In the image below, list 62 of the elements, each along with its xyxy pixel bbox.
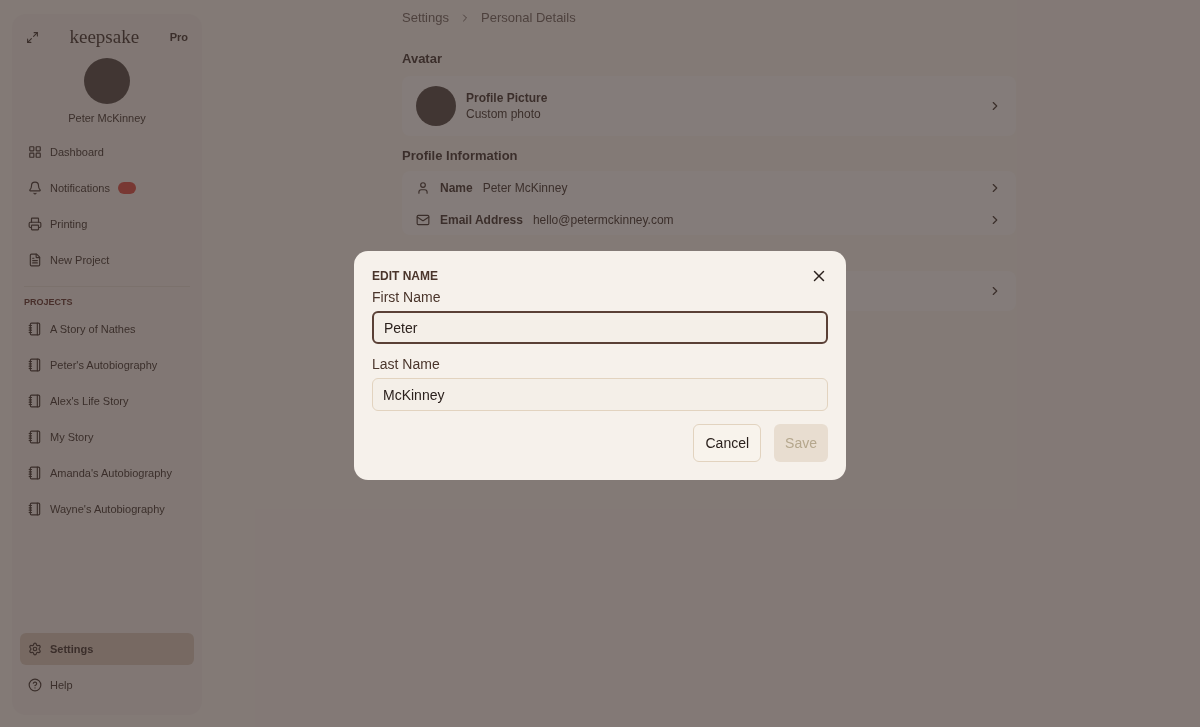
notebook-icon (28, 502, 42, 516)
notebook-icon (28, 430, 42, 444)
project-item[interactable]: Peter's Autobiography (20, 349, 194, 381)
nav-label: Help (50, 679, 73, 691)
nav-item[interactable]: Printing (20, 208, 194, 240)
row-title: Profile Picture (466, 91, 549, 105)
project-label: A Story of Nathes (50, 323, 136, 335)
document-icon (28, 253, 42, 267)
plan-label: Pro (169, 31, 188, 43)
row-subtitle: Custom photo (466, 107, 542, 121)
row-label: Email Address (440, 213, 523, 227)
avatar-photo-placeholder (84, 58, 130, 104)
row-label: Name (440, 181, 473, 195)
input-field[interactable]: McKinney (372, 378, 828, 411)
field-label: Last Name (372, 356, 441, 372)
nav-label: Dashboard (50, 146, 104, 158)
field-label: First Name (372, 289, 442, 305)
bell-icon (28, 181, 42, 195)
nav-label: Settings (50, 643, 94, 655)
settings-icon (28, 642, 42, 656)
nav-item[interactable]: Settings (20, 633, 194, 665)
section-heading: Avatar (402, 51, 443, 66)
avatar-card[interactable]: Profile Picture Custom photo (402, 76, 1016, 136)
user-name: Peter McKinney (68, 112, 146, 124)
notebook-icon (28, 394, 42, 408)
app-logo: keepsake (69, 26, 140, 48)
row-value: hello@petermckinney.com (532, 213, 675, 227)
breadcrumb-item[interactable]: Settings (402, 10, 449, 25)
row-value: Peter McKinney (482, 181, 569, 195)
notebook-icon (28, 322, 42, 336)
dialog-title: EDIT NAME (372, 269, 438, 283)
nav-item[interactable]: Dashboard (20, 136, 194, 168)
project-item[interactable]: Wayne's Autobiography (20, 493, 194, 525)
expand-icon[interactable] (26, 30, 39, 44)
project-label: My Story (50, 431, 94, 443)
project-label: Amanda's Autobiography (50, 467, 172, 479)
project-item[interactable]: A Story of Nathes (20, 313, 194, 345)
help-icon (28, 678, 42, 692)
notebook-icon (28, 358, 42, 372)
project-item[interactable]: My Story (20, 421, 194, 453)
person-icon (416, 181, 430, 195)
nav-label: Notifications (50, 182, 110, 194)
avatar-photo-placeholder (416, 86, 456, 126)
input-field[interactable]: Peter (372, 311, 828, 344)
nav-label: Printing (50, 218, 88, 230)
project-item[interactable]: Alex's Life Story (20, 385, 194, 417)
grid-icon (28, 145, 42, 159)
nav-item[interactable]: New Project (20, 244, 194, 276)
nav-label: New Project (50, 254, 110, 266)
cancel-button[interactable]: Cancel (693, 424, 762, 462)
section-heading: Profile Information (402, 148, 519, 163)
project-label: Alex's Life Story (50, 395, 129, 407)
nav-item[interactable]: Notifications (20, 172, 194, 204)
section-heading: PROJECTS (23, 297, 74, 309)
notebook-icon (28, 466, 42, 480)
project-label: Wayne's Autobiography (50, 503, 165, 515)
project-label: Peter's Autobiography (50, 359, 158, 371)
printer-icon (28, 217, 42, 231)
project-item[interactable]: Amanda's Autobiography (20, 457, 194, 489)
nav-item[interactable]: Help (20, 669, 194, 701)
breadcrumb-item[interactable]: Personal Details (481, 10, 576, 25)
mail-icon (416, 213, 430, 227)
